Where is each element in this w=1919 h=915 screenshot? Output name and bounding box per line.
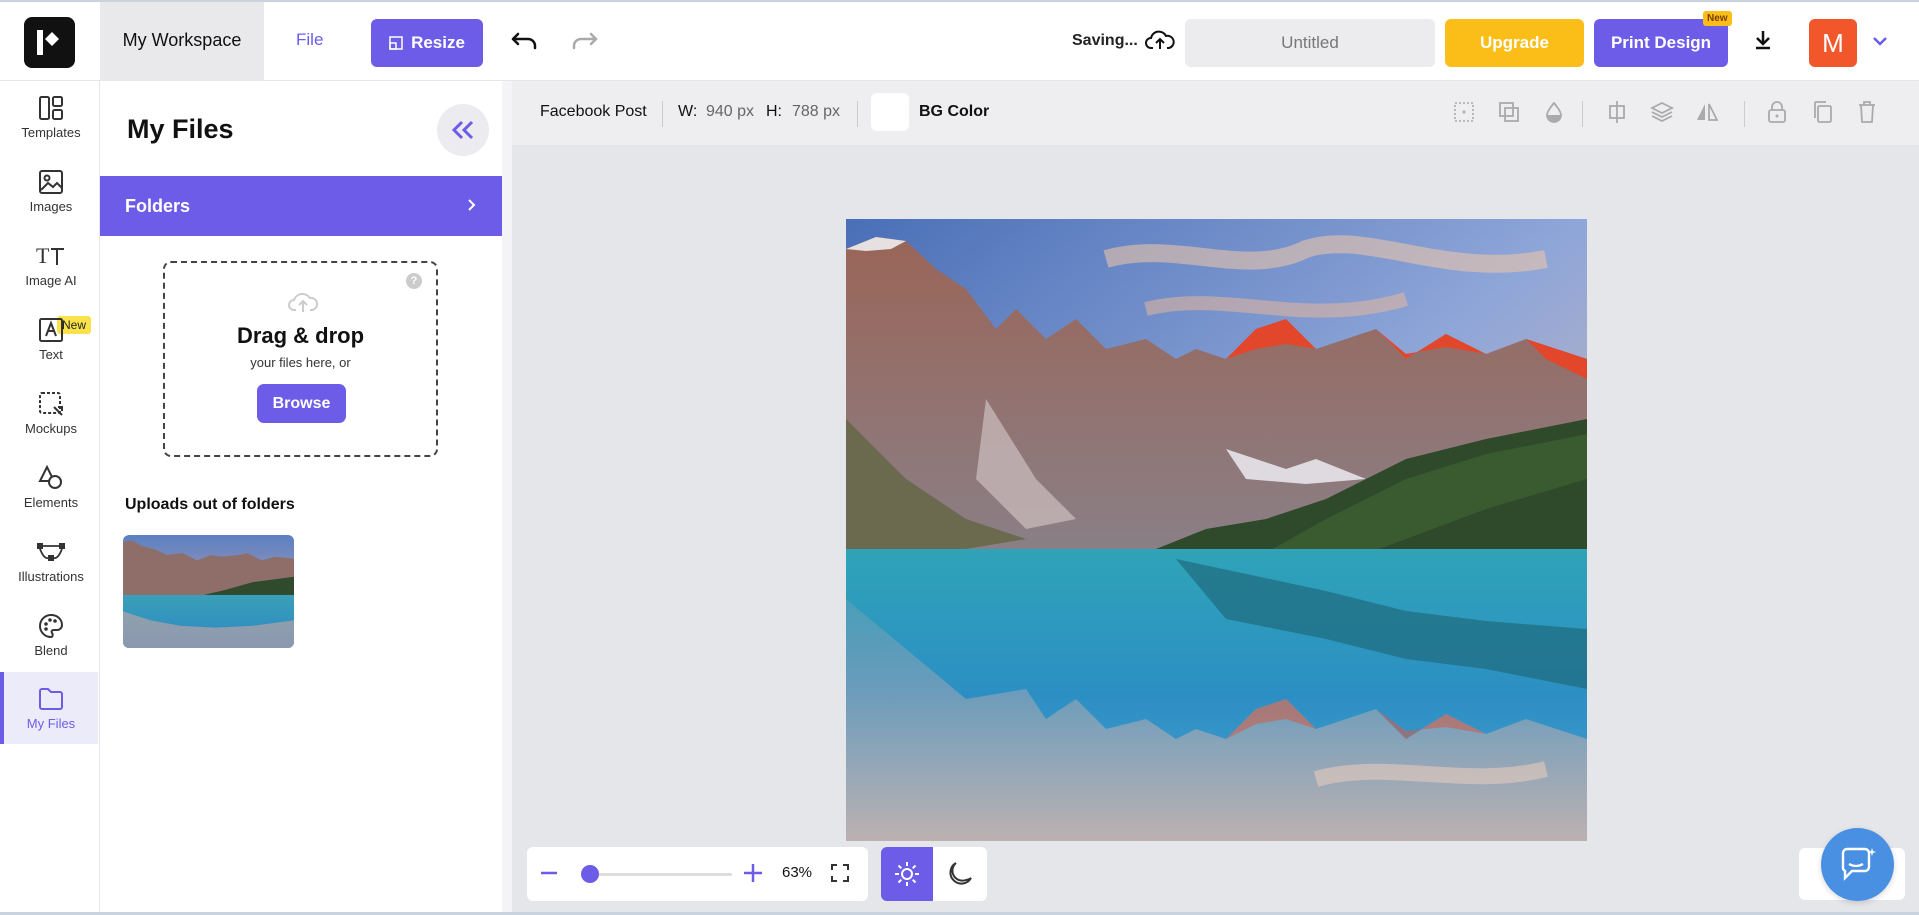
browse-button[interactable]: Browse — [257, 384, 346, 423]
help-icon[interactable]: ? — [406, 273, 422, 289]
sidebar-item-elements[interactable]: Elements — [4, 451, 98, 523]
document-title-input[interactable]: Untitled — [1185, 19, 1435, 67]
double-chevron-left-icon — [451, 120, 474, 140]
sidebar-item-label: My Files — [26, 716, 76, 731]
top-bar: My Workspace File Resize Saving... Untit… — [0, 0, 1919, 81]
svg-text:T: T — [36, 243, 50, 268]
templates-icon — [39, 96, 63, 120]
sidebar-item-label: Text — [39, 347, 63, 362]
flip-icon[interactable] — [1689, 94, 1725, 130]
cloud-upload-icon — [1145, 28, 1175, 57]
dark-mode-button[interactable] — [933, 847, 987, 901]
zoom-out-icon[interactable] — [539, 861, 559, 890]
duplicate-frame-icon[interactable] — [1491, 94, 1527, 130]
new-badge: New — [1703, 11, 1732, 26]
illustrations-icon — [37, 543, 65, 561]
sidebar-item-label: Templates — [21, 125, 81, 140]
align-icon[interactable] — [1599, 94, 1635, 130]
panel-title: My Files — [127, 114, 234, 144]
folders-label: Folders — [125, 196, 191, 216]
avatar[interactable]: M — [1809, 19, 1857, 67]
undo-icon[interactable] — [511, 30, 539, 57]
dropzone-subtitle: your files here, or — [250, 355, 351, 370]
chat-support-button[interactable] — [1821, 828, 1894, 901]
design-canvas[interactable] — [846, 219, 1587, 841]
text-icon — [39, 318, 63, 342]
sidebar-item-label: Blend — [34, 643, 68, 658]
zoom-slider-handle[interactable] — [580, 865, 599, 883]
divider — [857, 101, 858, 127]
uploaded-image-thumbnail[interactable] — [123, 535, 294, 648]
lock-icon[interactable] — [1759, 94, 1795, 130]
fullscreen-icon[interactable] — [830, 863, 850, 888]
collapse-panel-button[interactable] — [437, 104, 489, 156]
logo-icon — [37, 30, 59, 55]
sidebar-item-mockups[interactable]: Mockups — [4, 377, 98, 449]
bg-color-swatch[interactable] — [871, 93, 909, 131]
grid-icon[interactable] — [1446, 94, 1482, 130]
redo-icon[interactable] — [570, 30, 598, 57]
copy-icon[interactable] — [1804, 94, 1840, 130]
app-logo[interactable] — [24, 17, 75, 68]
upgrade-button[interactable]: Upgrade — [1445, 19, 1584, 67]
sidebar-item-label: Mockups — [24, 421, 78, 436]
width-value[interactable]: 940 px — [706, 103, 754, 121]
dropzone-title: Drag & drop — [236, 323, 365, 348]
workspace-button[interactable]: My Workspace — [100, 2, 264, 81]
format-label[interactable]: Facebook Post — [540, 103, 647, 121]
sidebar-item-label: Images — [29, 199, 73, 214]
sidebar-item-label: Elements — [23, 495, 79, 510]
sun-icon — [895, 862, 919, 886]
sidebar-item-templates[interactable]: Templates — [4, 81, 98, 153]
divider — [1744, 101, 1745, 127]
divider — [662, 101, 663, 127]
bg-color-label[interactable]: BG Color — [919, 103, 989, 121]
chevron-right-icon — [467, 176, 477, 236]
sidebar-item-text[interactable]: Text — [4, 303, 98, 375]
resize-label: Resize — [411, 33, 465, 52]
sidebar-item-image-ai[interactable]: T Image AI — [4, 229, 98, 301]
chevron-down-icon[interactable] — [1872, 34, 1888, 52]
my-files-panel: My Files Folders ? Drag & drop your file… — [100, 81, 502, 915]
moon-icon — [949, 862, 972, 885]
width-label: W: — [678, 103, 698, 120]
cloud-upload-icon — [287, 289, 319, 320]
mockups-icon — [39, 392, 63, 416]
divider — [1582, 101, 1583, 127]
sidebar-item-images[interactable]: Images — [4, 155, 98, 227]
elements-icon — [38, 465, 62, 489]
zoom-percent: 63% — [782, 864, 813, 881]
print-design-button[interactable]: Print Design — [1594, 19, 1728, 67]
sidebar-item-label: Illustrations — [18, 569, 84, 584]
height-label: H: — [766, 103, 782, 120]
resize-icon — [389, 36, 403, 50]
zoom-in-icon[interactable] — [741, 861, 765, 890]
folders-row[interactable]: Folders — [100, 176, 502, 236]
folder-icon — [39, 688, 63, 710]
resize-button[interactable]: Resize — [371, 19, 483, 67]
layers-icon[interactable] — [1644, 94, 1680, 130]
opacity-drop-icon[interactable] — [1536, 94, 1572, 130]
light-mode-button[interactable] — [881, 847, 933, 901]
sidebar-item-my-files[interactable]: My Files — [0, 672, 98, 744]
design-toolbar: Facebook Post W: 940 px H: 788 px BG Col… — [512, 81, 1919, 145]
trash-icon[interactable] — [1849, 94, 1885, 130]
saving-status: Saving... — [1072, 32, 1138, 49]
left-sidebar: Templates Images T Image AI New Text Moc… — [0, 81, 100, 915]
sidebar-item-blend[interactable]: Blend — [4, 599, 98, 671]
palette-icon — [39, 613, 64, 639]
height-value[interactable]: 788 px — [792, 103, 840, 121]
chat-icon — [1841, 847, 1876, 881]
uploads-label: Uploads out of folders — [125, 496, 295, 513]
lake-mountain-image — [846, 219, 1587, 841]
file-menu[interactable]: File — [296, 30, 323, 50]
image-ai-icon: T — [36, 243, 64, 268]
file-dropzone[interactable]: ? Drag & drop your files here, or Browse — [163, 261, 438, 457]
sidebar-item-label: Image AI — [25, 273, 77, 288]
zoom-slider[interactable] — [582, 873, 732, 876]
download-icon[interactable] — [1753, 29, 1773, 56]
image-icon — [39, 170, 63, 194]
zoom-bar: 63% — [527, 847, 868, 901]
sidebar-item-illustrations[interactable]: Illustrations — [4, 525, 98, 597]
